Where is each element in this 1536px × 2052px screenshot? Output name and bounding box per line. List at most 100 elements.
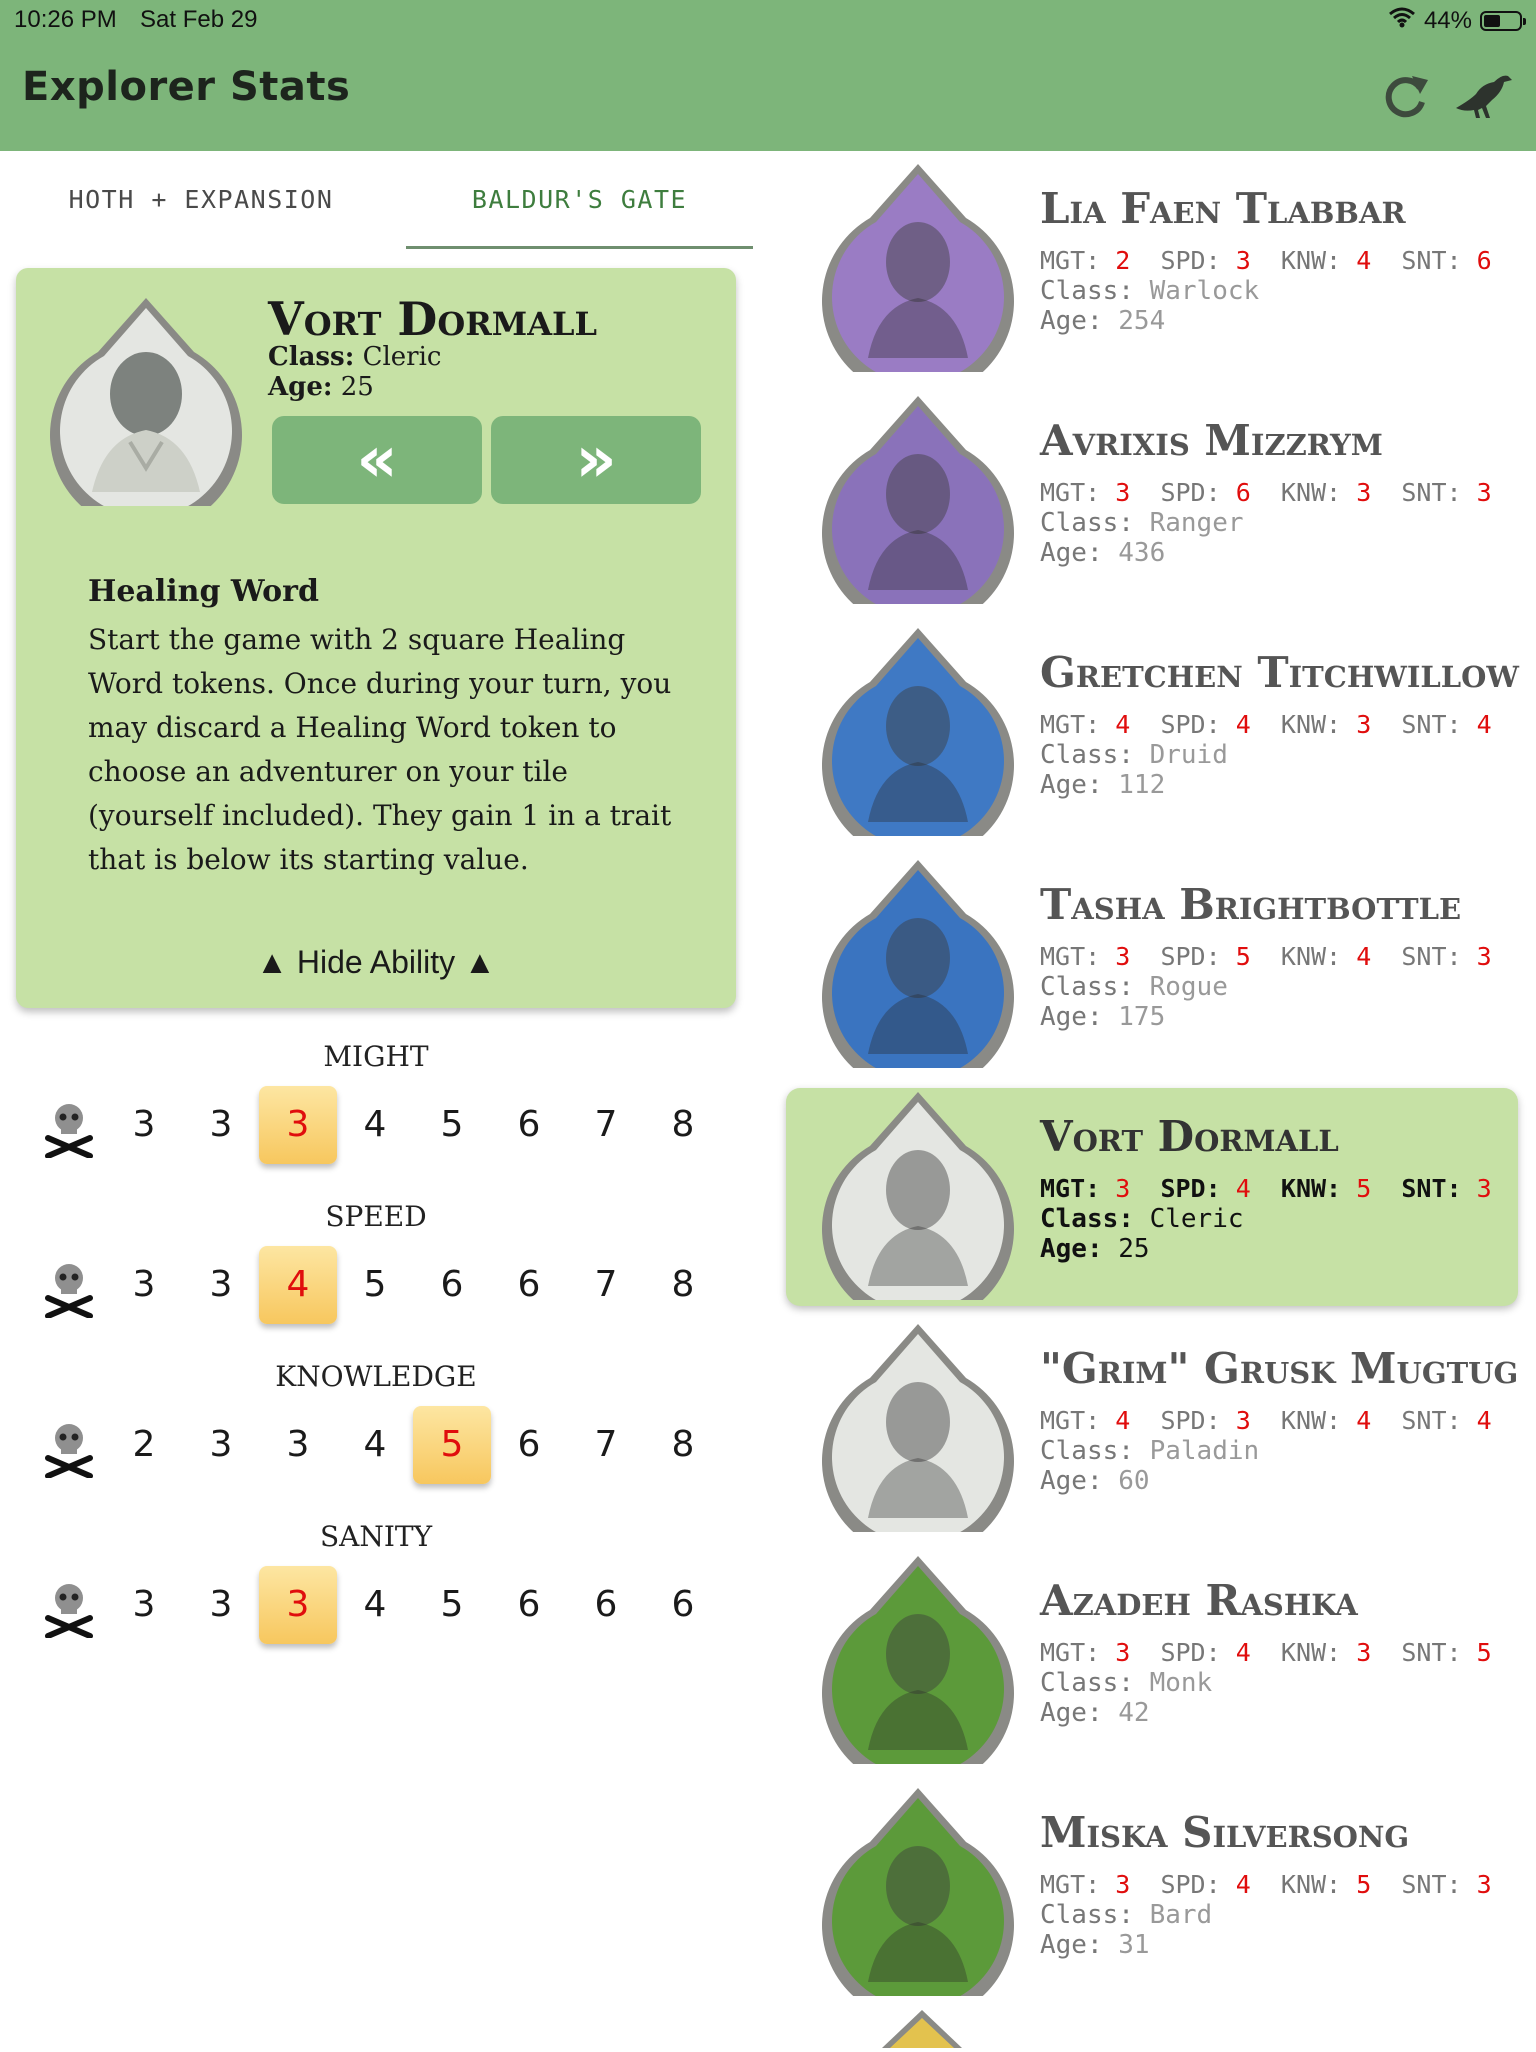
stat-label-knw: KNW: [1280, 710, 1342, 739]
stat-value-mgt: 3 [1115, 942, 1131, 971]
stat-label-knw: KNW: [1280, 942, 1342, 971]
stat-label-spd: SPD: [1160, 942, 1221, 971]
stat-value-snt: 3 [1476, 942, 1492, 971]
stat-label-knw: KNW: [1280, 1870, 1342, 1899]
stat-value-snt: 3 [1476, 1174, 1492, 1203]
class-label: Class: [1040, 1668, 1134, 1698]
stat-label-mgt: MGT: [1040, 1870, 1101, 1899]
trait-value[interactable]: 8 [644, 1246, 722, 1324]
explorer-row[interactable]: Tasha Brightbottle MGT: 3 SPD: 5 KNW: 4 S… [786, 856, 1518, 1094]
explorer-row[interactable]: Azadeh Rashka MGT: 3 SPD: 4 KNW: 3 SNT: 5… [786, 1552, 1518, 1790]
stat-label-snt: SNT: [1401, 1870, 1462, 1899]
trait-value[interactable]: 7 [567, 1086, 645, 1164]
stat-label-spd: SPD: [1160, 1406, 1221, 1435]
explorer-age: Age: 25 [268, 372, 374, 402]
trait-value[interactable]: 6 [644, 1566, 722, 1644]
app-title: Explorer Stats [22, 64, 351, 110]
explorer-row[interactable]: Gretchen Titchwillow MGT: 4 SPD: 4 KNW: 3… [786, 624, 1519, 862]
age-value: 42 [1118, 1698, 1150, 1728]
trait-value[interactable]: 4 [336, 1086, 414, 1164]
trait-value[interactable]: 4 [259, 1246, 337, 1324]
explorer-stats: MGT: 4 SPD: 4 KNW: 3 SNT: 4 [1040, 710, 1522, 739]
trait-value[interactable]: 8 [644, 1406, 722, 1484]
age-value: 254 [1118, 306, 1166, 336]
class-value: Ranger [1149, 508, 1244, 538]
class-value: Monk [1149, 1668, 1213, 1698]
trait-value[interactable]: 3 [182, 1566, 260, 1644]
trait-value[interactable]: 8 [644, 1086, 722, 1164]
stat-label-knw: KNW: [1280, 1406, 1342, 1435]
trait-value[interactable]: 5 [413, 1406, 491, 1484]
stat-label-snt: SNT: [1401, 710, 1462, 739]
age-label: Age: [1040, 1466, 1103, 1496]
trait-value[interactable]: 3 [259, 1086, 337, 1164]
selected-explorer-card: Vort Dormall Class: Cleric Age: 25 « » H… [16, 268, 736, 1008]
explorer-age: Age: 60 [1040, 1466, 1150, 1496]
stat-label-snt: SNT: [1401, 1174, 1462, 1203]
stat-label-knw: KNW: [1280, 1174, 1342, 1203]
trait-label-knowledge: KNOWLEDGE [275, 1360, 477, 1393]
stat-label-snt: SNT: [1401, 478, 1462, 507]
age-value: 31 [1118, 1930, 1150, 1960]
explorer-row[interactable]: Lia Faen Tlabbar MGT: 2 SPD: 3 KNW: 4 SNT… [786, 160, 1518, 398]
stat-label-spd: SPD: [1160, 1638, 1221, 1667]
explorer-class: Class: Cleric [1040, 1204, 1244, 1234]
explorer-stats: MGT: 3 SPD: 6 KNW: 3 SNT: 3 [1040, 478, 1522, 507]
trait-value[interactable]: 5 [413, 1566, 491, 1644]
explorer-row[interactable]: Miska Silversong MGT: 3 SPD: 4 KNW: 5 SNT… [786, 1784, 1518, 2022]
trait-value[interactable]: 3 [259, 1406, 337, 1484]
hide-ability-button[interactable]: ▲ Hide Ability ▲ [16, 944, 736, 981]
tab-baldurs-gate[interactable]: BALDUR'S GATE [406, 185, 753, 215]
trait-label-sanity: SANITY [319, 1520, 433, 1553]
explorer-row[interactable]: Vort Dormall MGT: 3 SPD: 4 KNW: 5 SNT: 3 … [786, 1088, 1518, 1326]
tab-hoth-expansion[interactable]: HOTH + EXPANSION [16, 185, 386, 215]
explorer-class: Class: Paladin [1040, 1436, 1259, 1466]
class-value: Bard [1149, 1900, 1213, 1930]
age-value: 112 [1118, 770, 1166, 800]
trait-value[interactable]: 4 [336, 1566, 414, 1644]
refresh-icon[interactable] [1380, 70, 1432, 126]
class-label: Class: [1040, 972, 1134, 1002]
trait-value[interactable]: 7 [567, 1406, 645, 1484]
class-label: Class: [1040, 740, 1134, 770]
stat-value-mgt: 4 [1115, 710, 1131, 739]
trait-value[interactable]: 3 [105, 1566, 183, 1644]
stat-value-snt: 5 [1476, 1638, 1492, 1667]
age-value: 436 [1118, 538, 1166, 568]
trait-value[interactable]: 3 [105, 1246, 183, 1324]
trait-value[interactable]: 6 [567, 1566, 645, 1644]
trait-value[interactable]: 4 [336, 1406, 414, 1484]
explorer-row[interactable]: Avrixis Mizzrym MGT: 3 SPD: 6 KNW: 3 SNT:… [786, 392, 1518, 630]
stat-label-snt: SNT: [1401, 1406, 1462, 1435]
trait-value[interactable]: 2 [105, 1406, 183, 1484]
trait-value[interactable]: 6 [413, 1246, 491, 1324]
trait-value[interactable]: 5 [413, 1086, 491, 1164]
trait-value[interactable]: 3 [105, 1086, 183, 1164]
previous-explorer-button[interactable]: « [272, 416, 482, 504]
explorer-name: Tasha Brightbottle [1040, 880, 1462, 929]
class-value: Cleric [1149, 1204, 1244, 1234]
battery-icon [1480, 10, 1526, 31]
trait-value[interactable]: 6 [490, 1566, 568, 1644]
trait-value[interactable]: 6 [490, 1246, 568, 1324]
trait-value[interactable]: 3 [182, 1246, 260, 1324]
stat-label-spd: SPD: [1160, 1870, 1221, 1899]
hide-ability-label: Hide Ability [296, 944, 456, 980]
explorer-row[interactable]: "Grim" Grusk Mugtug MGT: 4 SPD: 3 KNW: 4 … [786, 1320, 1519, 1558]
trait-value[interactable]: 6 [490, 1086, 568, 1164]
explorer-class: Class: Warlock [1040, 276, 1259, 306]
stat-value-knw: 4 [1356, 1406, 1372, 1435]
trait-value[interactable]: 6 [490, 1406, 568, 1484]
trait-value[interactable]: 3 [182, 1406, 260, 1484]
trait-value[interactable]: 7 [567, 1246, 645, 1324]
trait-value[interactable]: 5 [336, 1246, 414, 1324]
raven-icon[interactable] [1452, 70, 1514, 126]
stat-value-spd: 4 [1235, 1174, 1251, 1203]
trait-value[interactable]: 3 [259, 1566, 337, 1644]
age-label: Age: [1040, 538, 1103, 568]
trait-value[interactable]: 3 [182, 1086, 260, 1164]
explorer-stats: MGT: 3 SPD: 4 KNW: 3 SNT: 5 [1040, 1638, 1522, 1667]
explorer-name: "Grim" Grusk Mugtug [1040, 1344, 1519, 1393]
next-explorer-button[interactable]: » [491, 416, 701, 504]
stat-label-mgt: MGT: [1040, 942, 1101, 971]
